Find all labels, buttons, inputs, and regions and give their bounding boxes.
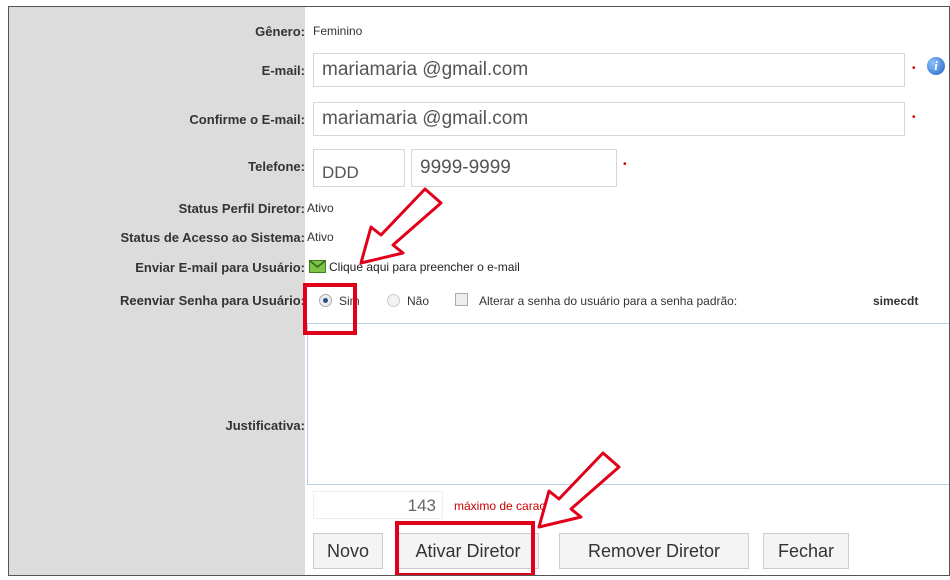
char-counter: 143 bbox=[313, 491, 443, 519]
genero-value: Feminino bbox=[313, 24, 363, 38]
info-icon[interactable]: i bbox=[927, 57, 945, 75]
enviar-email-label: Enviar E-mail para Usuário: bbox=[135, 260, 305, 275]
row-reenviar-senha: Reenviar Senha para Usuário: Sim Não Alt… bbox=[9, 288, 949, 312]
status-acesso-value: Ativo bbox=[307, 230, 334, 244]
reenviar-senha-label: Reenviar Senha para Usuário: bbox=[120, 293, 305, 308]
justificativa-textarea[interactable] bbox=[307, 323, 949, 485]
director-form: Gênero: Feminino E-mail: mariamaria @gma… bbox=[8, 6, 950, 576]
row-telefone: Telefone: DDD 9999-9999 • bbox=[9, 149, 949, 189]
alterar-senha-value: simecdt bbox=[873, 294, 919, 308]
genero-label: Gênero: bbox=[255, 24, 305, 39]
email-label: E-mail: bbox=[261, 63, 305, 78]
confirm-email-label: Confirme o E-mail: bbox=[189, 112, 305, 127]
row-email: E-mail: mariamaria @gmail.com • i bbox=[9, 53, 949, 89]
radio-sim-label: Sim bbox=[339, 294, 360, 308]
status-perfil-value: Ativo bbox=[307, 201, 334, 215]
ativar-diretor-button[interactable]: Ativar Diretor bbox=[397, 533, 539, 569]
alterar-senha-checkbox[interactable] bbox=[455, 293, 468, 306]
row-counter: 143 máximo de caracteres bbox=[9, 491, 949, 521]
row-status-acesso: Status de Acesso ao Sistema: Ativo bbox=[9, 227, 949, 247]
arrow-icon bbox=[537, 451, 621, 529]
ddd-field[interactable]: DDD bbox=[313, 149, 405, 187]
row-justificativa: Justificativa: bbox=[9, 323, 949, 491]
confirm-email-field[interactable]: mariamaria @gmail.com bbox=[313, 102, 905, 136]
radio-nao[interactable] bbox=[387, 294, 400, 307]
required-marker: • bbox=[912, 63, 916, 74]
alterar-senha-label: Alterar a senha do usuário para a senha … bbox=[479, 294, 738, 308]
email-field[interactable]: mariamaria @gmail.com bbox=[313, 53, 905, 87]
remover-diretor-button[interactable]: Remover Diretor bbox=[559, 533, 749, 569]
status-perfil-label: Status Perfil Diretor: bbox=[178, 201, 305, 216]
justificativa-label: Justificativa: bbox=[225, 418, 305, 433]
radio-nao-label: Não bbox=[407, 294, 430, 308]
row-genero: Gênero: Feminino bbox=[9, 21, 949, 41]
row-status-perfil: Status Perfil Diretor: Ativo bbox=[9, 198, 949, 218]
novo-button[interactable]: Novo bbox=[313, 533, 383, 569]
radio-sim[interactable] bbox=[319, 294, 332, 307]
row-enviar-email: Enviar E-mail para Usuário: Clique aqui … bbox=[9, 257, 949, 277]
button-bar: Novo Ativar Diretor Remover Diretor Fech… bbox=[9, 533, 949, 573]
row-confirm-email: Confirme o E-mail: mariamaria @gmail.com… bbox=[9, 102, 949, 138]
arrow-icon bbox=[359, 187, 443, 265]
phone-number-field[interactable]: 9999-9999 bbox=[411, 149, 617, 187]
status-acesso-label: Status de Acesso ao Sistema: bbox=[120, 230, 305, 245]
fechar-button[interactable]: Fechar bbox=[763, 533, 849, 569]
telefone-label: Telefone: bbox=[248, 159, 305, 174]
required-marker: • bbox=[623, 159, 627, 170]
envelope-icon[interactable] bbox=[309, 260, 326, 273]
required-marker: • bbox=[912, 112, 916, 123]
